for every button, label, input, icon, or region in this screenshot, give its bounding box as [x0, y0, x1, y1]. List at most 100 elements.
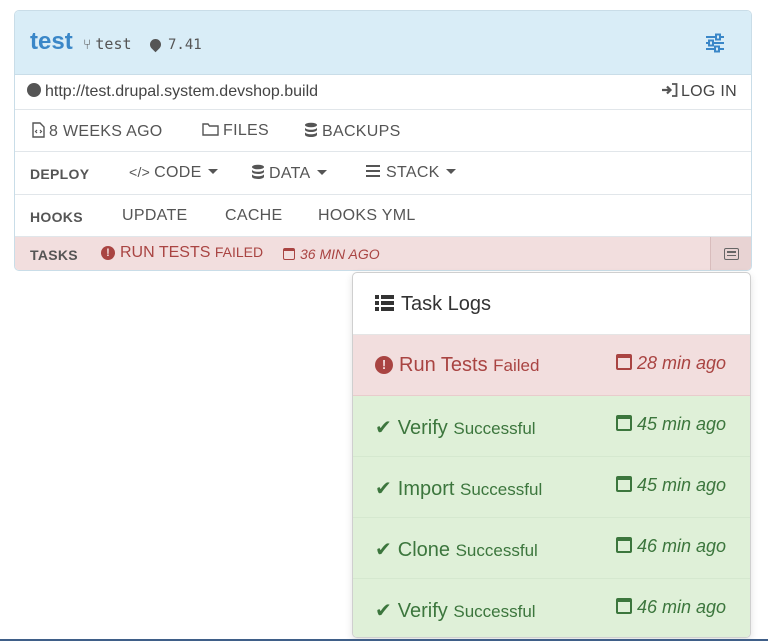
- last-task-status: FAILED: [214, 244, 264, 260]
- hooks-label: HOOKS: [30, 209, 83, 225]
- data-dropdown[interactable]: DATA: [251, 164, 327, 183]
- task-log-name: ✔ Verify Successful: [375, 415, 536, 440]
- caret-down-icon: [207, 169, 218, 174]
- calendar-icon: [615, 537, 632, 553]
- stack-dropdown[interactable]: STACK: [366, 164, 456, 182]
- log-in-label: LOG IN: [680, 83, 737, 100]
- task-log-name-text: Verify: [397, 417, 448, 439]
- task-log-name: ✔ Clone Successful: [375, 537, 538, 562]
- tasks-row: TASKS ! RUN TESTS FAILED 36 MIN AGO: [15, 237, 751, 270]
- task-log-item[interactable]: ✔ Import Successful 45 min ago: [353, 457, 750, 518]
- task-logs-title-text: Task Logs: [401, 293, 492, 315]
- stack-label: STACK: [386, 164, 440, 181]
- task-log-status: Successful: [453, 419, 536, 438]
- caret-down-icon: [445, 169, 456, 174]
- hook-update-button[interactable]: UPDATE: [122, 207, 188, 225]
- environment-name-link[interactable]: test: [30, 28, 73, 56]
- task-log-time: 28 min ago: [615, 353, 726, 374]
- last-task-time-text: 36 MIN AGO: [300, 246, 380, 262]
- site-url-text: http://test.drupal.system.devshop.build: [45, 83, 319, 100]
- calendar-icon: [615, 476, 632, 492]
- task-log-time-text: 46 min ago: [636, 536, 726, 556]
- backups-label: BACKUPS: [322, 123, 401, 140]
- hook-hooks-yml-button[interactable]: HOOKS YML: [318, 207, 416, 225]
- code-icon: </>: [129, 164, 151, 180]
- task-log-time-text: 45 min ago: [636, 414, 726, 434]
- caret-down-icon: [316, 170, 327, 175]
- last-task-link[interactable]: ! RUN TESTS FAILED: [101, 244, 263, 262]
- check-icon: ✔: [375, 417, 392, 439]
- calendar-icon: [283, 248, 295, 260]
- deploy-label: DEPLOY: [30, 166, 90, 182]
- task-log-time: 45 min ago: [615, 475, 726, 496]
- meta-row: 8 WEEKS AGO FILES BACKUPS: [15, 110, 751, 152]
- calendar-icon: [615, 598, 632, 614]
- branch-icon: ⑂: [83, 37, 92, 53]
- task-log-time: 46 min ago: [615, 536, 726, 557]
- calendar-icon: [615, 415, 632, 431]
- data-label: DATA: [269, 165, 311, 182]
- task-logs-header: Task Logs: [353, 273, 750, 335]
- last-deploy-link[interactable]: 8 WEEKS AGO: [32, 122, 163, 141]
- check-icon: ✔: [375, 539, 392, 561]
- drupal-version: 7.41: [147, 36, 202, 53]
- list-icon: [375, 295, 394, 311]
- check-icon: ✔: [375, 600, 392, 622]
- branch-name: test: [95, 35, 132, 53]
- task-log-name-text: Run Tests: [399, 354, 488, 376]
- file-code-icon: [32, 122, 45, 138]
- task-logs-title: Task Logs: [375, 293, 491, 316]
- hook-cache-button[interactable]: CACHE: [225, 207, 283, 225]
- code-label: CODE: [154, 164, 202, 181]
- list-alt-icon: [724, 248, 739, 260]
- task-log-name: ✔ Verify Successful: [375, 598, 536, 623]
- task-log-name: ! Run Tests Failed: [375, 354, 539, 377]
- files-label: FILES: [223, 122, 269, 139]
- site-url-link[interactable]: http://test.drupal.system.devshop.build: [27, 83, 318, 101]
- task-log-time-text: 46 min ago: [636, 597, 726, 617]
- database-icon: [305, 122, 317, 137]
- drupal-icon: [147, 36, 164, 53]
- task-log-status: Successful: [455, 541, 538, 560]
- last-deploy-text: 8 WEEKS AGO: [49, 123, 163, 140]
- task-logs-popover: Task Logs ! Run Tests Failed 28 min ago ✔…: [352, 272, 751, 638]
- task-log-time-text: 45 min ago: [636, 475, 726, 495]
- url-row: http://test.drupal.system.devshop.build …: [15, 75, 751, 110]
- task-log-time: 46 min ago: [615, 597, 726, 618]
- task-log-time: 45 min ago: [615, 414, 726, 435]
- environment-header: test ⑂ test 7.41: [15, 11, 751, 75]
- tasks-label: TASKS: [30, 247, 78, 263]
- exclamation-circle-icon: !: [375, 356, 393, 374]
- task-log-name-text: Clone: [397, 539, 451, 561]
- sign-in-icon: [661, 83, 678, 97]
- version-number: 7.41: [168, 37, 202, 53]
- task-log-item[interactable]: ✔ Verify Successful 45 min ago: [353, 396, 750, 457]
- task-log-status: Successful: [453, 602, 536, 621]
- calendar-icon: [615, 354, 632, 370]
- task-log-time-text: 28 min ago: [636, 353, 726, 373]
- bars-icon: [366, 165, 380, 177]
- task-log-name-text: Verify: [397, 600, 448, 622]
- task-log-status: Failed: [493, 356, 540, 375]
- files-link[interactable]: FILES: [202, 122, 269, 140]
- check-icon: ✔: [375, 478, 392, 500]
- task-log-item[interactable]: ✔ Verify Successful 46 min ago: [353, 579, 750, 637]
- log-in-link[interactable]: LOG IN: [661, 83, 737, 101]
- branch-info[interactable]: ⑂ test: [83, 35, 132, 53]
- sliders-icon[interactable]: [705, 33, 725, 53]
- globe-icon: [27, 83, 41, 97]
- code-dropdown[interactable]: </> CODE: [129, 164, 218, 182]
- task-log-item[interactable]: ✔ Clone Successful 46 min ago: [353, 518, 750, 579]
- database-icon: [252, 164, 264, 179]
- folder-icon: [202, 123, 219, 136]
- last-task-time: 36 MIN AGO: [283, 246, 380, 262]
- task-log-status: Successful: [460, 480, 543, 499]
- task-log-name-text: Import: [397, 478, 455, 500]
- backups-link[interactable]: BACKUPS: [304, 122, 401, 141]
- task-log-item[interactable]: ! Run Tests Failed 28 min ago: [353, 335, 750, 396]
- last-task-name: RUN TESTS: [120, 244, 211, 261]
- exclamation-circle-icon: !: [101, 246, 115, 260]
- task-log-name: ✔ Import Successful: [375, 476, 542, 501]
- task-logs-button[interactable]: [710, 237, 751, 270]
- environment-panel: test ⑂ test 7.41 http://test.drupal.syste…: [14, 10, 752, 271]
